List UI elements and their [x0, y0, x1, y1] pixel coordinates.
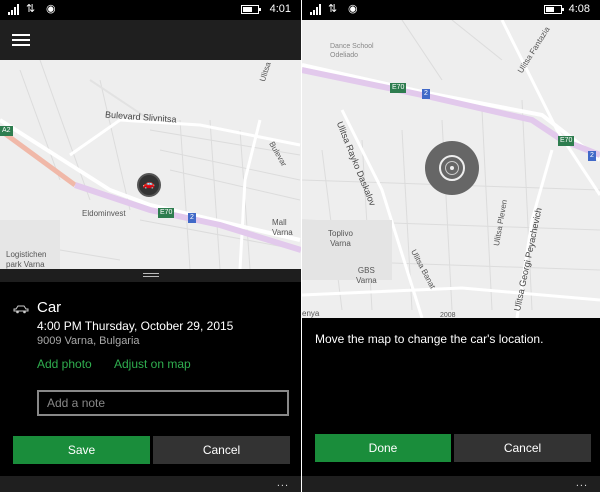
clock: 4:08	[568, 3, 590, 15]
location-title: Car	[37, 299, 62, 316]
done-button[interactable]: Done	[315, 434, 451, 462]
map-view[interactable]: Dance School Odeliado Ulitsa Fantazia Ul…	[302, 20, 600, 318]
car-details-sheet: Car 4:00 PM Thursday, October 29, 2015 9…	[0, 269, 301, 492]
battery-icon	[241, 5, 261, 14]
road-shield-2: 2	[188, 213, 196, 223]
add-note-input[interactable]	[37, 390, 289, 416]
parked-address: 9009 Varna, Bulgaria	[37, 335, 140, 347]
road-shield-2: 2	[588, 151, 596, 161]
map-label-poi: Mall Varna	[272, 218, 293, 237]
left-phone-screen: ⇅ ◉ 4:01 Bulevard Slivnitsa Ulitsa Vyara…	[0, 0, 301, 492]
parked-car-pin-icon[interactable]: 🚗	[137, 173, 161, 197]
instruction-text: Move the map to change the car's locatio…	[315, 332, 544, 346]
road-shield-a2: A2	[0, 126, 13, 136]
data-transfer-icon: ⇅	[26, 3, 36, 15]
right-phone-screen: ⇅ ◉ 4:08 Dance School Odeliado Ulitsa Fa…	[302, 0, 600, 492]
map-label-poi: Toplivo Varna	[328, 229, 353, 248]
command-bar: ...	[302, 476, 600, 492]
location-icon: ◉	[348, 3, 358, 15]
add-photo-link[interactable]: Add photo	[37, 357, 92, 371]
status-bar: ⇅ ◉ 4:08	[302, 0, 600, 20]
app-bar	[0, 20, 301, 60]
map-label-poi: Logistichen park Varna	[6, 250, 47, 269]
hamburger-menu-icon[interactable]	[12, 34, 30, 47]
map-label-number: 2008	[440, 312, 456, 318]
car-location-target-icon[interactable]	[425, 141, 479, 195]
cancel-button[interactable]: Cancel	[454, 434, 591, 462]
clock: 4:01	[269, 3, 291, 15]
data-transfer-icon: ⇅	[328, 3, 338, 15]
command-bar: ...	[0, 476, 301, 492]
map-view[interactable]: Bulevard Slivnitsa Ulitsa Vyara Bulevar …	[0, 60, 301, 269]
more-options-button[interactable]: ...	[576, 477, 588, 489]
road-shield-e70: E70	[558, 136, 575, 146]
location-icon: ◉	[46, 3, 56, 15]
map-label-street: enya	[302, 309, 320, 318]
adjust-on-map-link[interactable]: Adjust on map	[114, 357, 191, 371]
battery-icon	[544, 5, 564, 14]
car-icon	[13, 305, 29, 314]
parked-timestamp: 4:00 PM Thursday, October 29, 2015	[37, 319, 234, 333]
road-shield-e70: E70	[158, 208, 175, 218]
cancel-button[interactable]: Cancel	[153, 436, 290, 464]
map-roads	[0, 60, 301, 269]
sheet-grip-handle[interactable]	[0, 269, 301, 282]
map-label-poi: GBS Varna	[356, 266, 377, 285]
map-label-poi: Dance School Odeliado	[330, 43, 374, 59]
map-label-poi: Eldominvest	[82, 209, 126, 218]
road-shield-e70: E70	[390, 83, 407, 93]
save-button[interactable]: Save	[13, 436, 150, 464]
road-shield-2: 2	[422, 89, 430, 99]
signal-strength-icon	[8, 4, 22, 15]
signal-strength-icon	[310, 4, 324, 15]
more-options-button[interactable]: ...	[277, 477, 289, 489]
status-bar: ⇅ ◉ 4:01	[0, 0, 301, 20]
